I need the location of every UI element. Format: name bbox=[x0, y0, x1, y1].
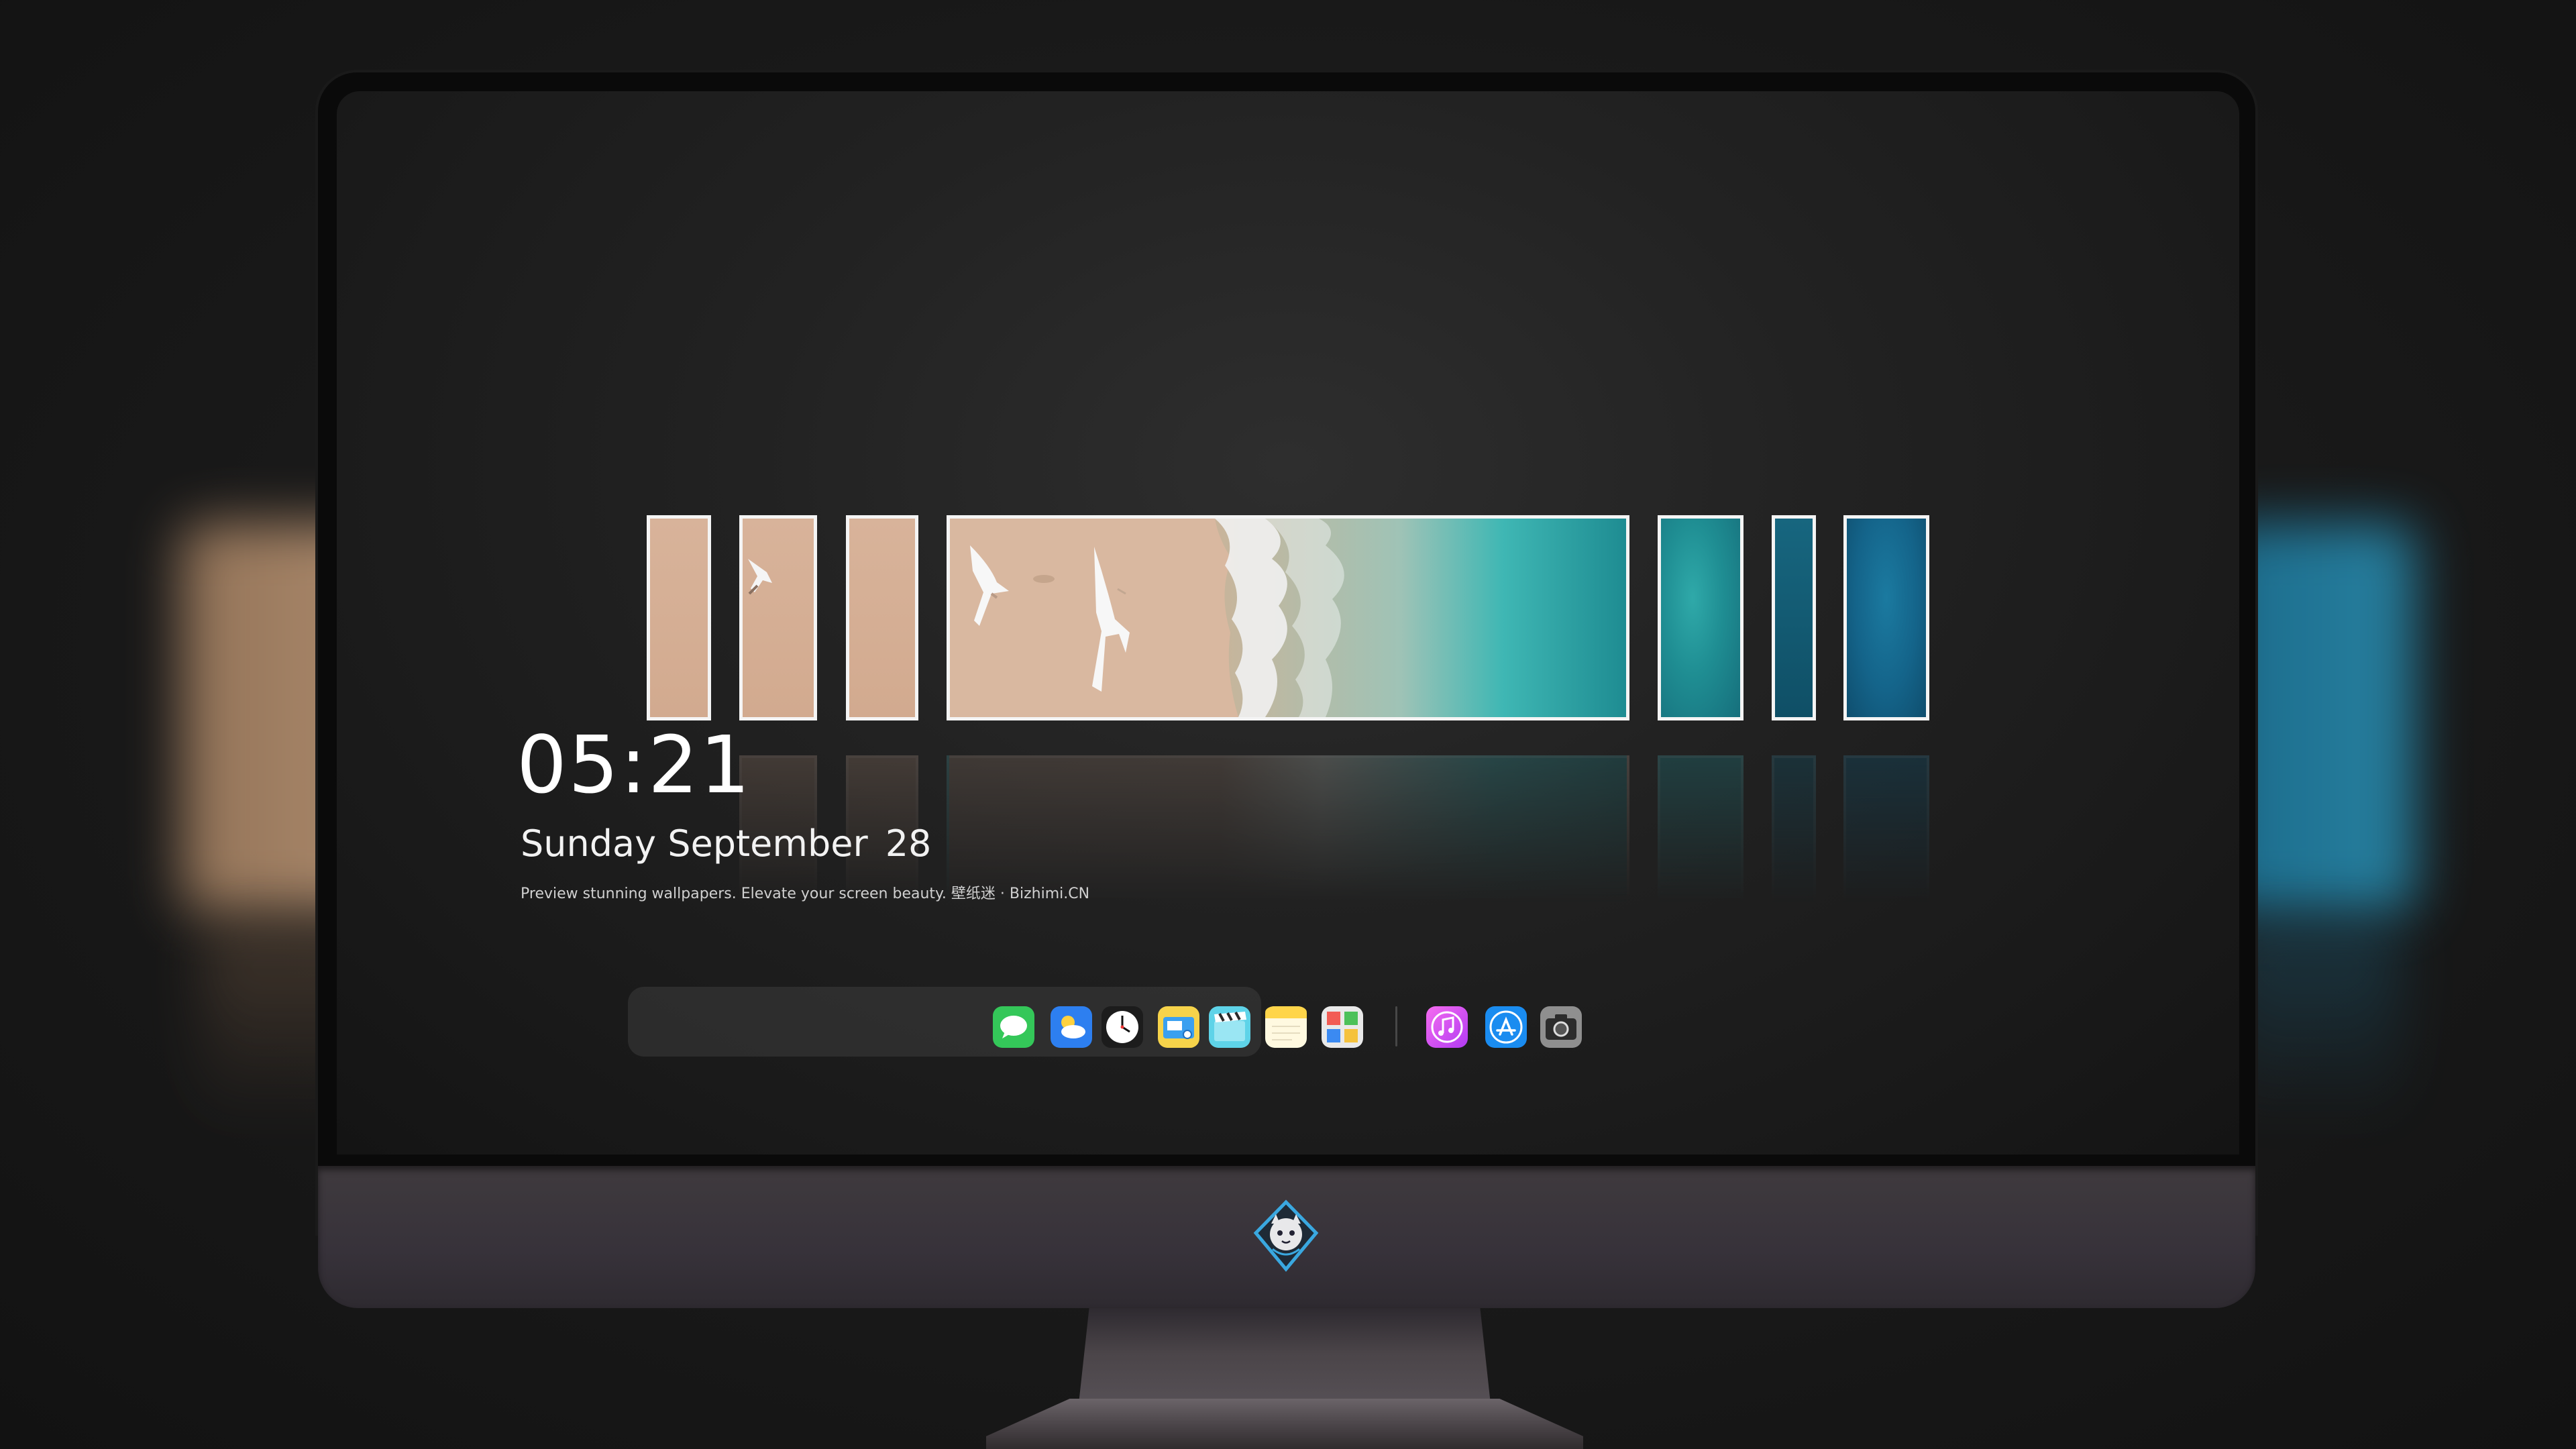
desktop-scene: 05:21 Sunday September 28 Preview stunnin… bbox=[0, 0, 2576, 1449]
tile-reflection bbox=[1772, 755, 1816, 903]
dock-separator bbox=[1395, 1006, 1397, 1046]
app-store-icon[interactable] bbox=[1485, 1006, 1527, 1048]
monitor-stand-base bbox=[986, 1399, 1583, 1449]
monitor-screen: 05:21 Sunday September 28 Preview stunnin… bbox=[337, 91, 2239, 1155]
tagline-text: Preview stunning wallpapers. Elevate you… bbox=[521, 885, 1090, 902]
beach-scene-image bbox=[950, 519, 1626, 717]
tile-reflection bbox=[1658, 755, 1743, 903]
music-icon[interactable] bbox=[1426, 1006, 1468, 1048]
wallpaper-tile-selected[interactable] bbox=[947, 515, 1629, 720]
tile-reflection bbox=[1843, 755, 1929, 903]
clock-time: 05:21 bbox=[517, 718, 752, 811]
wallpaper-tile[interactable] bbox=[1772, 515, 1816, 720]
notes-icon[interactable] bbox=[1265, 1006, 1307, 1048]
brand-mascot-logo-icon bbox=[1249, 1199, 1323, 1273]
clock-date: Sunday September 28 bbox=[521, 822, 931, 865]
photo-grid-icon[interactable] bbox=[1322, 1006, 1363, 1048]
wallpaper-tile[interactable] bbox=[1658, 515, 1743, 720]
camera-icon[interactable] bbox=[1540, 1006, 1582, 1048]
messages-icon[interactable] bbox=[993, 1006, 1034, 1048]
wallpaper-tile[interactable] bbox=[846, 515, 918, 720]
clock-icon[interactable] bbox=[1102, 1006, 1143, 1048]
clock-weekday-month: Sunday September bbox=[521, 822, 868, 865]
seagull-icon bbox=[748, 559, 772, 595]
weather-icon[interactable] bbox=[1051, 1006, 1092, 1048]
wallpaper-tile[interactable] bbox=[647, 515, 711, 720]
clock-day: 28 bbox=[885, 822, 932, 865]
finder-icon[interactable] bbox=[1158, 1006, 1199, 1048]
clapperboard-icon[interactable] bbox=[1209, 1006, 1250, 1048]
wallpaper-tile[interactable] bbox=[1843, 515, 1929, 720]
tile-reflection bbox=[947, 755, 1629, 903]
wallpaper-tile[interactable] bbox=[739, 515, 817, 720]
